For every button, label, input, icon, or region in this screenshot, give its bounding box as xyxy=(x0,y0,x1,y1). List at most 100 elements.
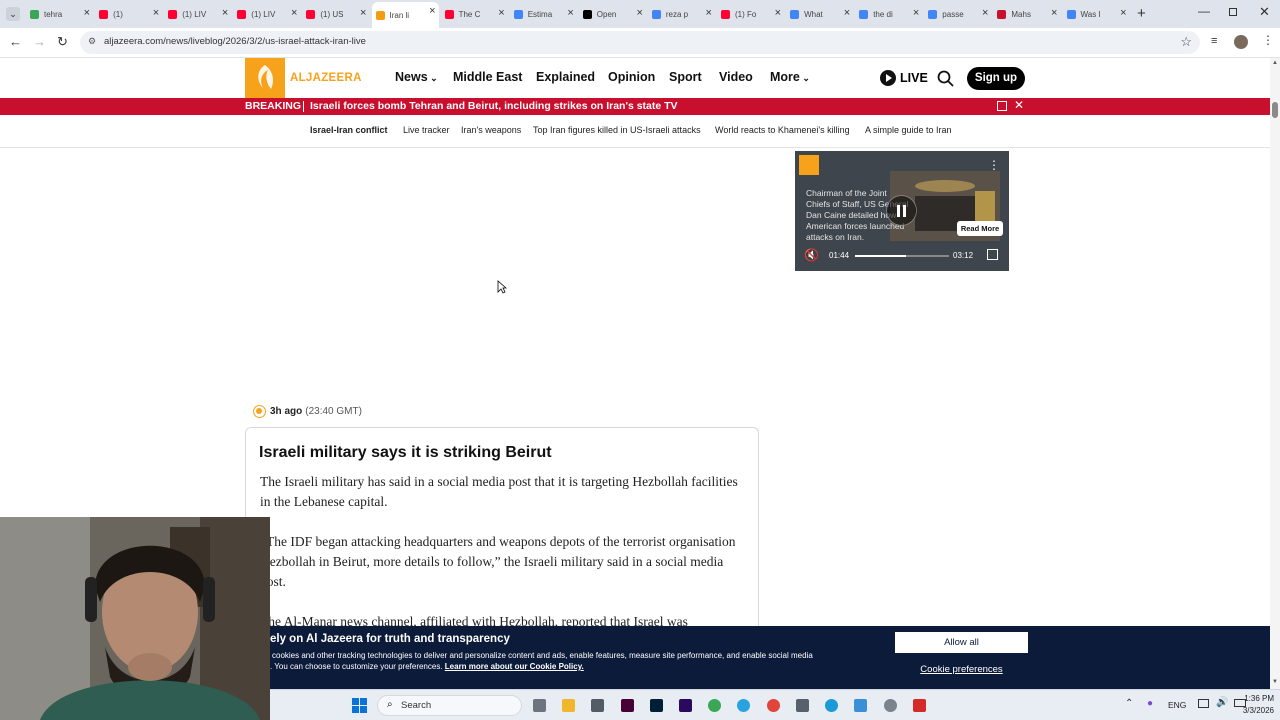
browser-tab[interactable]: passe × xyxy=(924,4,991,24)
subnav-link[interactable]: World reacts to Khamenei's killing xyxy=(715,125,850,135)
microphone-icon[interactable]: ● xyxy=(1147,698,1153,709)
clock-date[interactable]: 3/3/2026 xyxy=(1226,706,1274,715)
tab-close-icon[interactable]: × xyxy=(913,7,919,19)
browser-tab[interactable]: Iran li × xyxy=(371,2,439,28)
tab-close-icon[interactable]: × xyxy=(429,5,435,17)
close-window-icon[interactable]: ✕ xyxy=(1259,4,1270,20)
restore-icon[interactable] xyxy=(1229,8,1237,16)
chrome-icon[interactable] xyxy=(708,699,721,712)
mute-icon[interactable]: 🔇 xyxy=(804,248,819,262)
tab-close-icon[interactable]: × xyxy=(775,7,781,19)
tab-close-icon[interactable]: × xyxy=(982,7,988,19)
browser-tab[interactable]: the di × xyxy=(855,4,922,24)
browser-tab[interactable]: reza p × xyxy=(648,4,715,24)
capture-app-icon[interactable] xyxy=(796,699,809,712)
davinci-icon[interactable] xyxy=(767,699,780,712)
subnav-link[interactable]: A simple guide to Iran xyxy=(865,125,952,135)
forward-icon[interactable]: → xyxy=(33,34,46,49)
video-progress-track[interactable] xyxy=(855,255,949,257)
browser-tab[interactable]: Estima × xyxy=(510,4,577,24)
tab-close-icon[interactable]: × xyxy=(153,7,159,19)
new-tab-icon[interactable]: + xyxy=(1137,5,1146,22)
edge-icon[interactable] xyxy=(825,699,838,712)
subnav-link[interactable]: Israel-Iran conflict xyxy=(310,125,388,135)
terminal-icon[interactable] xyxy=(591,699,604,712)
signup-button[interactable]: Sign up xyxy=(967,67,1025,90)
browser-tab[interactable]: (1) LIV × xyxy=(233,4,300,24)
browser-tab[interactable]: (1) × xyxy=(95,4,162,24)
read-more-button[interactable]: Read More xyxy=(957,221,1003,236)
scroll-up-icon[interactable]: ▲ xyxy=(1272,60,1278,66)
browser-tab[interactable]: tehra × xyxy=(26,4,93,24)
settings-icon[interactable] xyxy=(884,699,897,712)
nav-item[interactable]: More ⌄ xyxy=(770,70,810,84)
menu-icon[interactable]: ⋮ xyxy=(1262,33,1274,47)
tab-close-icon[interactable]: × xyxy=(84,7,90,19)
browser-tab[interactable]: (1) US × xyxy=(302,4,369,24)
tab-list-icon[interactable]: ⌄ xyxy=(6,7,20,21)
tab-close-icon[interactable]: × xyxy=(498,7,504,19)
breaking-headline[interactable]: Israeli forces bomb Tehran and Beirut, i… xyxy=(310,100,678,112)
premiere-icon[interactable] xyxy=(679,699,692,712)
file-explorer-icon[interactable] xyxy=(562,699,575,712)
site-info-icon[interactable]: ⚙ xyxy=(88,36,96,47)
search-icon[interactable] xyxy=(937,70,954,87)
browser-tab[interactable]: (1) LIV × xyxy=(164,4,231,24)
clock-time[interactable]: 1:36 PM xyxy=(1236,694,1274,703)
browser-tab[interactable]: The C × xyxy=(441,4,508,24)
tab-close-icon[interactable]: × xyxy=(567,7,573,19)
back-icon[interactable]: ← xyxy=(9,34,22,49)
nav-item[interactable]: Explained xyxy=(536,70,595,84)
tray-overflow-icon[interactable]: ⌃ xyxy=(1125,698,1133,709)
tab-close-icon[interactable]: × xyxy=(1051,7,1057,19)
allow-all-button[interactable]: Allow all xyxy=(895,632,1028,653)
scroll-down-icon[interactable]: ▼ xyxy=(1272,679,1278,685)
tab-close-icon[interactable]: × xyxy=(636,7,642,19)
cookie-policy-link[interactable]: Learn more about our Cookie Policy. xyxy=(445,662,584,671)
minimize-icon[interactable]: — xyxy=(1198,4,1210,18)
scroll-thumb[interactable] xyxy=(1272,102,1278,118)
browser-tab[interactable]: (1) Fo × xyxy=(717,4,784,24)
video-player[interactable]: ⋮ Chairman of the Joint Chiefs of Staff,… xyxy=(795,151,1009,271)
tab-close-icon[interactable]: × xyxy=(706,7,712,19)
reading-list-icon[interactable]: ≡ xyxy=(1211,35,1217,47)
tab-close-icon[interactable]: × xyxy=(222,7,228,19)
browser-tab[interactable]: What × xyxy=(786,4,853,24)
cookie-preferences-link[interactable]: Cookie preferences xyxy=(895,664,1028,675)
subnav-link[interactable]: Live tracker xyxy=(403,125,450,135)
page-scrollbar[interactable]: ▲ ▼ xyxy=(1270,58,1280,689)
nav-item[interactable]: Opinion xyxy=(608,70,655,84)
browser-tab[interactable]: Mahs × xyxy=(993,4,1060,24)
tab-close-icon[interactable]: × xyxy=(1120,7,1126,19)
nav-item[interactable]: Sport xyxy=(669,70,702,84)
close-breaking-icon[interactable]: ✕ xyxy=(1014,98,1024,112)
fullscreen-icon[interactable] xyxy=(987,249,998,260)
bookmark-star-icon[interactable]: ☆ xyxy=(1180,34,1192,50)
browser-tab[interactable]: Open × xyxy=(579,4,646,24)
nav-item[interactable]: Middle East xyxy=(453,70,522,84)
video-menu-icon[interactable]: ⋮ xyxy=(988,158,1000,172)
nav-item[interactable]: News ⌄ xyxy=(395,70,438,84)
task-view-icon[interactable] xyxy=(533,699,546,712)
pause-button[interactable] xyxy=(886,195,917,226)
taskbar-search-box[interactable]: ⌕ Search xyxy=(377,695,522,716)
nav-item[interactable]: Video xyxy=(719,70,753,84)
reload-icon[interactable]: ↻ xyxy=(57,34,68,50)
profile-avatar[interactable] xyxy=(1234,35,1248,49)
subnav-link[interactable]: Top Iran figures killed in US-Israeli at… xyxy=(533,125,701,135)
live-button[interactable]: LIVE xyxy=(880,70,928,86)
breaking-news-bar[interactable]: BREAKING Israeli forces bomb Tehran and … xyxy=(0,98,1270,115)
address-bar[interactable]: ⚙ aljazeera.com/news/liveblog/2026/3/2/u… xyxy=(80,31,1200,54)
language-indicator[interactable]: ENG xyxy=(1168,700,1186,710)
browser-tab[interactable]: Was I × xyxy=(1063,4,1130,24)
lightroom-icon[interactable] xyxy=(650,699,663,712)
aljazeera-logo[interactable] xyxy=(245,58,285,98)
photos-icon[interactable] xyxy=(854,699,867,712)
adobe-xd-icon[interactable] xyxy=(621,699,634,712)
acrobat-icon[interactable] xyxy=(913,699,926,712)
network-icon[interactable] xyxy=(1198,699,1209,708)
windows-start-icon[interactable] xyxy=(352,698,367,713)
tab-close-icon[interactable]: × xyxy=(844,7,850,19)
tab-close-icon[interactable]: × xyxy=(360,7,366,19)
subnav-link[interactable]: Iran's weapons xyxy=(461,125,521,135)
